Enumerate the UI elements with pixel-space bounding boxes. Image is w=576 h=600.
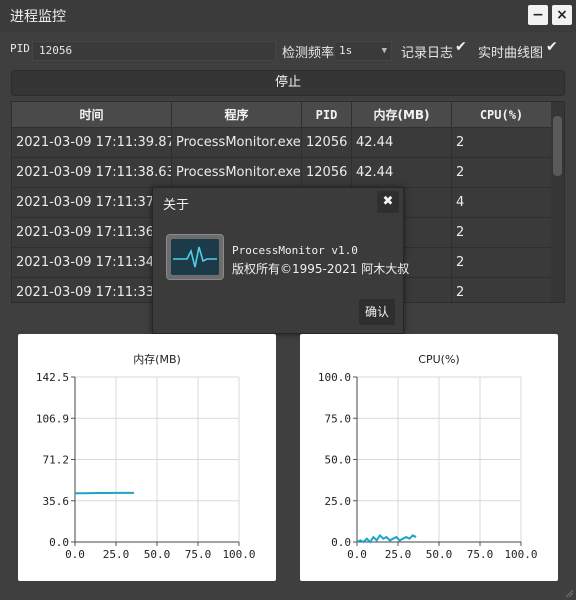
column-header-memory[interactable]: 内存(MB) (352, 102, 452, 128)
cell-time: 2021-03-09 17:11:39.870 (12, 128, 172, 158)
column-header-pid[interactable]: PID (302, 102, 352, 128)
x-tick-label: 50.0 (426, 548, 453, 561)
cell-memory: 42.44 (352, 128, 452, 158)
cell-time: 2021-03-09 17:11:36.13 (12, 218, 172, 248)
table-scrollbar[interactable] (551, 102, 564, 302)
table-row[interactable]: 2021-03-09 17:11:39.870 ProcessMonitor.ex… (12, 128, 552, 158)
process-monitor-icon (166, 234, 224, 280)
cell-pid: 12056 (302, 128, 352, 158)
table-row[interactable]: 2021-03-09 17:11:38.631 ProcessMonitor.ex… (12, 158, 552, 188)
minimize-icon: − (532, 7, 544, 23)
title-bar: 进程监控 − × (0, 0, 576, 32)
cpu-chart-panel: CPU(%) 0.0 25.0 50.0 75.0 100.0 0.0 25.0 50.0 75.… (300, 334, 558, 581)
cell-cpu: 2 (452, 218, 552, 248)
cell-program: ProcessMonitor.exe (172, 128, 302, 158)
dialog-close-button[interactable]: ✖ (377, 191, 399, 213)
y-tick-label: 75.0 (325, 412, 352, 425)
cell-cpu: 2 (452, 278, 552, 302)
column-header-time[interactable]: 时间 (12, 102, 172, 128)
cell-time: 2021-03-09 17:11:37.383 (12, 188, 172, 218)
cell-time: 2021-03-09 17:11:38.631 (12, 158, 172, 188)
log-checkbox[interactable]: ✔ (455, 39, 467, 55)
curve-checkbox[interactable]: ✔ (546, 39, 558, 55)
interval-label: 检测频率 (282, 46, 335, 61)
window-title: 进程监控 (10, 9, 66, 25)
curve-checkbox-label: 实时曲线图 (478, 46, 544, 61)
log-checkbox-label: 记录日志 (401, 46, 454, 61)
interval-select[interactable]: 1s ▼ (334, 41, 392, 61)
y-tick-label: 100.0 (318, 371, 351, 384)
column-header-cpu[interactable]: CPU(%) (452, 102, 552, 128)
memory-chart-panel: 内存(MB) 0.0 35.6 71.2 106.9 142.5 0.0 25.0 50.0 75… (18, 334, 276, 581)
pid-label: PID (10, 42, 30, 55)
memory-chart: 内存(MB)0.035.671.2106.9142.50.0 25.0 50.0 75… (36, 352, 256, 561)
x-tick-label: 25.0 (103, 548, 130, 561)
y-tick-label: 35.6 (43, 495, 70, 508)
about-dialog: 关于 ✖ ProcessMonitor v1.0 版权所有©1995-2021 … (152, 187, 409, 334)
x-tick-label: 0.0 (65, 548, 85, 561)
x-tick-label: 100.0 (504, 548, 537, 561)
close-icon: × (556, 7, 568, 23)
x-tick-label: 100.0 (222, 548, 255, 561)
y-tick-label: 50.0 (325, 454, 352, 467)
dialog-app-version: ProcessMonitor v1.0 (232, 244, 358, 257)
close-icon: ✖ (382, 194, 394, 209)
scrollbar-thumb[interactable] (553, 116, 562, 176)
y-tick-label: 71.2 (43, 454, 70, 467)
resize-grip-icon[interactable] (564, 588, 574, 598)
cell-cpu: 4 (452, 188, 552, 218)
cell-cpu: 2 (452, 158, 552, 188)
column-header-program[interactable]: 程序 (172, 102, 302, 128)
cell-memory: 42.44 (352, 158, 452, 188)
dialog-copyright: 版权所有©1995-2021 阿木大叔 (232, 262, 410, 276)
cell-cpu: 2 (452, 248, 552, 278)
cell-pid: 12056 (302, 158, 352, 188)
cpu-chart: CPU(%)0.025.050.075.0100.00.0 25.0 50.0 75.… (318, 353, 538, 561)
x-tick-label: 25.0 (385, 548, 412, 561)
chevron-down-icon: ▼ (381, 46, 387, 56)
chart-title: 内存(MB) (133, 352, 181, 366)
cell-cpu: 2 (452, 128, 552, 158)
y-tick-label: 106.9 (36, 412, 69, 425)
close-button[interactable]: × (552, 5, 572, 25)
x-tick-label: 75.0 (467, 548, 494, 561)
cell-time: 2021-03-09 17:11:33.38 (12, 278, 172, 302)
cell-time: 2021-03-09 17:11:34.85 (12, 248, 172, 278)
x-tick-label: 75.0 (185, 548, 212, 561)
toolbar: PID 12056 检测频率 1s ▼ 记录日志 ✔ 实时曲线图 ✔ (0, 36, 576, 66)
y-tick-label: 25.0 (325, 495, 352, 508)
minimize-button[interactable]: − (528, 5, 548, 25)
series-line (356, 533, 417, 544)
x-tick-label: 0.0 (347, 548, 367, 561)
dialog-ok-button[interactable]: 确认 (359, 299, 395, 325)
table-header: 时间 程序 PID 内存(MB) CPU(%) (12, 102, 552, 128)
cell-program: ProcessMonitor.exe (172, 158, 302, 188)
y-tick-label: 142.5 (36, 371, 69, 384)
chart-title: CPU(%) (418, 353, 459, 366)
stop-button[interactable]: 停止 (11, 70, 565, 96)
dialog-title: 关于 (163, 198, 190, 213)
pid-input[interactable]: 12056 (32, 41, 276, 61)
interval-value: 1s (339, 44, 353, 57)
x-tick-label: 50.0 (144, 548, 171, 561)
